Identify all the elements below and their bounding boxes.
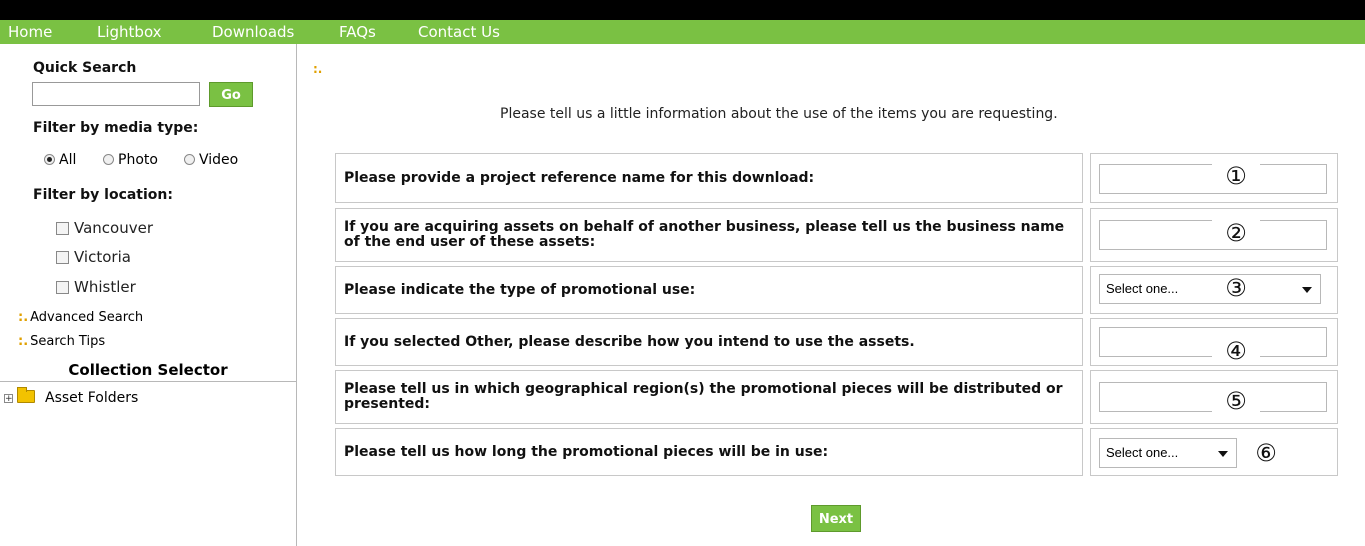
next-button[interactable]: Next [811,505,861,532]
asset-folders-node[interactable]: + Asset Folders [4,387,139,406]
nav-downloads[interactable]: Downloads [212,20,294,44]
bullet-icon: :. [18,310,29,325]
chevron-down-icon [1302,287,1312,293]
question-label: Please indicate the type of promotional … [344,281,696,298]
question-promotional-use: Please indicate the type of promotional … [335,266,1083,314]
search-tips-link[interactable]: :. Search Tips [18,334,105,349]
marker-6: ⑥ [1242,440,1290,466]
checkbox-icon[interactable] [56,281,69,294]
question-usage-duration: Please tell us how long the promotional … [335,428,1083,476]
nav-lightbox[interactable]: Lightbox [97,20,162,44]
intro-text: Please tell us a little information abou… [500,106,1058,122]
nav-contact-us[interactable]: Contact Us [418,20,500,44]
radio-icon [184,154,195,165]
location-label: Vancouver [74,219,153,237]
question-label: Please tell us in which geographical reg… [344,381,1063,412]
main-nav: Home Lightbox Downloads FAQs Contact Us [0,20,1365,44]
marker-5: ⑤ [1212,388,1260,414]
expand-icon[interactable]: + [4,394,13,404]
usage-duration-select[interactable]: Select one... [1099,438,1237,468]
marker-1: ① [1212,163,1260,189]
quick-search-input[interactable] [32,82,200,106]
question-end-user-business: If you are acquiring assets on behalf of… [335,208,1083,262]
radio-all-label: All [59,152,77,168]
radio-photo-label: Photo [118,152,158,168]
advanced-search-label: Advanced Search [30,310,144,325]
location-label: Victoria [74,248,131,266]
filter-media-heading: Filter by media type: [33,120,199,136]
question-label: If you selected Other, please describe h… [344,333,915,350]
nav-faqs[interactable]: FAQs [339,20,376,44]
radio-photo[interactable]: Photo [103,151,158,169]
chevron-down-icon [1218,451,1228,457]
folder-icon [17,387,35,403]
location-whistler[interactable]: Whistler [56,277,136,297]
question-other-use: If you selected Other, please describe h… [335,318,1083,366]
bullet-icon: :. [18,334,29,349]
location-label: Whistler [74,278,136,296]
marker-4: ④ [1212,338,1260,364]
search-tips-label: Search Tips [30,334,106,349]
nav-home[interactable]: Home [8,20,52,44]
promotional-use-select[interactable]: Select one... [1099,274,1321,304]
quick-search-heading: Quick Search [33,60,137,76]
marker-3: ③ [1212,275,1260,301]
marker-2: ② [1212,220,1260,246]
radio-video[interactable]: Video [184,151,238,169]
location-vancouver[interactable]: Vancouver [56,218,153,238]
radio-icon [103,154,114,165]
collection-selector-heading: Collection Selector [0,361,296,382]
checkbox-icon[interactable] [56,222,69,235]
breadcrumb-bullet: :. [313,62,323,76]
radio-video-label: Video [199,152,239,168]
question-project-name: Please provide a project reference name … [335,153,1083,203]
radio-selected-icon [44,154,55,165]
question-geographic-region: Please tell us in which geographical reg… [335,370,1083,424]
filter-location-heading: Filter by location: [33,187,173,203]
question-label: If you are acquiring assets on behalf of… [344,219,1065,250]
asset-folders-label: Asset Folders [45,390,139,406]
go-button[interactable]: Go [209,82,253,107]
advanced-search-link[interactable]: :. Advanced Search [18,310,143,325]
sidebar: Quick Search Go Filter by media type: Al… [0,44,297,546]
question-label: Please provide a project reference name … [344,169,815,186]
checkbox-icon[interactable] [56,251,69,264]
location-victoria[interactable]: Victoria [56,247,131,267]
top-black-bar [0,0,1365,20]
radio-all[interactable]: All [44,151,76,169]
question-label: Please tell us how long the promotional … [344,443,829,460]
select-value: Select one... [1106,445,1179,460]
select-value: Select one... [1106,281,1179,296]
